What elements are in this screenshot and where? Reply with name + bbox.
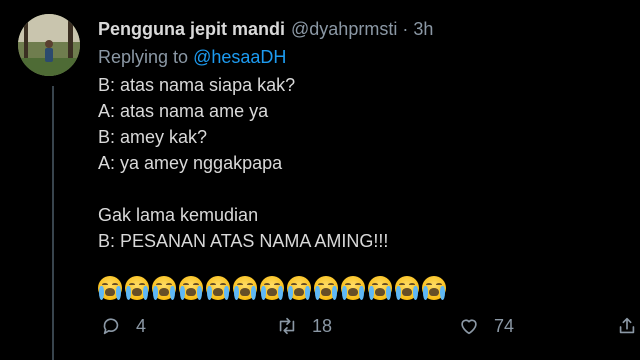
loudly-crying-face-icon: [314, 276, 338, 300]
heart-icon: [461, 319, 477, 335]
reply-button[interactable]: 4: [100, 312, 146, 340]
loudly-crying-face-icon: [395, 276, 419, 300]
share-button[interactable]: [616, 312, 640, 340]
loudly-crying-face-icon: [152, 276, 176, 300]
loudly-crying-face-icon: [98, 276, 122, 300]
loudly-crying-face-icon: [179, 276, 203, 300]
retweet-button[interactable]: 18: [276, 312, 332, 340]
like-button[interactable]: 74: [458, 312, 514, 340]
reply-count: 4: [136, 315, 147, 336]
timestamp[interactable]: 3h: [413, 16, 433, 42]
loudly-crying-face-icon: [260, 276, 284, 300]
header-separator: ·: [402, 19, 409, 39]
tweet-line: A: ya amey nggakpapa: [98, 153, 283, 173]
tweet-header: Pengguna jepit mandi @dyahprmsti · 3h: [98, 16, 618, 42]
retweet-icon: [279, 317, 295, 335]
loudly-crying-face-icon: [233, 276, 257, 300]
share-icon: [619, 317, 635, 334]
retweet-count: 18: [312, 315, 333, 336]
user-handle[interactable]: @dyahprmsti: [291, 16, 397, 42]
tweet-line: Gak lama kemudian: [98, 205, 259, 225]
reply-icon: [103, 318, 119, 335]
tweet-line: A: atas nama ame ya: [98, 101, 269, 121]
loudly-crying-face-icon: [368, 276, 392, 300]
tweet-line: B: amey kak?: [98, 127, 208, 147]
tweet-line: B: atas nama siapa kak?: [98, 75, 296, 95]
tweet-content: Pengguna jepit mandi @dyahprmsti · 3h Re…: [98, 16, 618, 304]
avatar[interactable]: [18, 14, 80, 76]
tweet-line: [98, 176, 618, 202]
like-count: 74: [494, 315, 515, 336]
avatar-photo: [18, 14, 80, 76]
loudly-crying-face-icon: [287, 276, 311, 300]
loudly-crying-face-icon: [125, 276, 149, 300]
thread-line: [52, 86, 54, 360]
display-name[interactable]: Pengguna jepit mandi: [98, 16, 285, 42]
emoji-row: [98, 276, 618, 304]
replying-to: Replying to @hesaaDH: [98, 44, 618, 70]
tweet-line: B: PESANAN ATAS NAMA AMING!!!: [98, 231, 389, 251]
replying-to-label: Replying to: [98, 47, 189, 67]
tweet-actions: 4 18 74: [100, 312, 635, 340]
tweet-text: B: atas nama siapa kak? A: atas nama ame…: [98, 72, 618, 254]
mention-link[interactable]: @hesaaDH: [193, 47, 286, 67]
loudly-crying-face-icon: [206, 276, 230, 300]
loudly-crying-face-icon: [341, 276, 365, 300]
loudly-crying-face-icon: [422, 276, 446, 300]
